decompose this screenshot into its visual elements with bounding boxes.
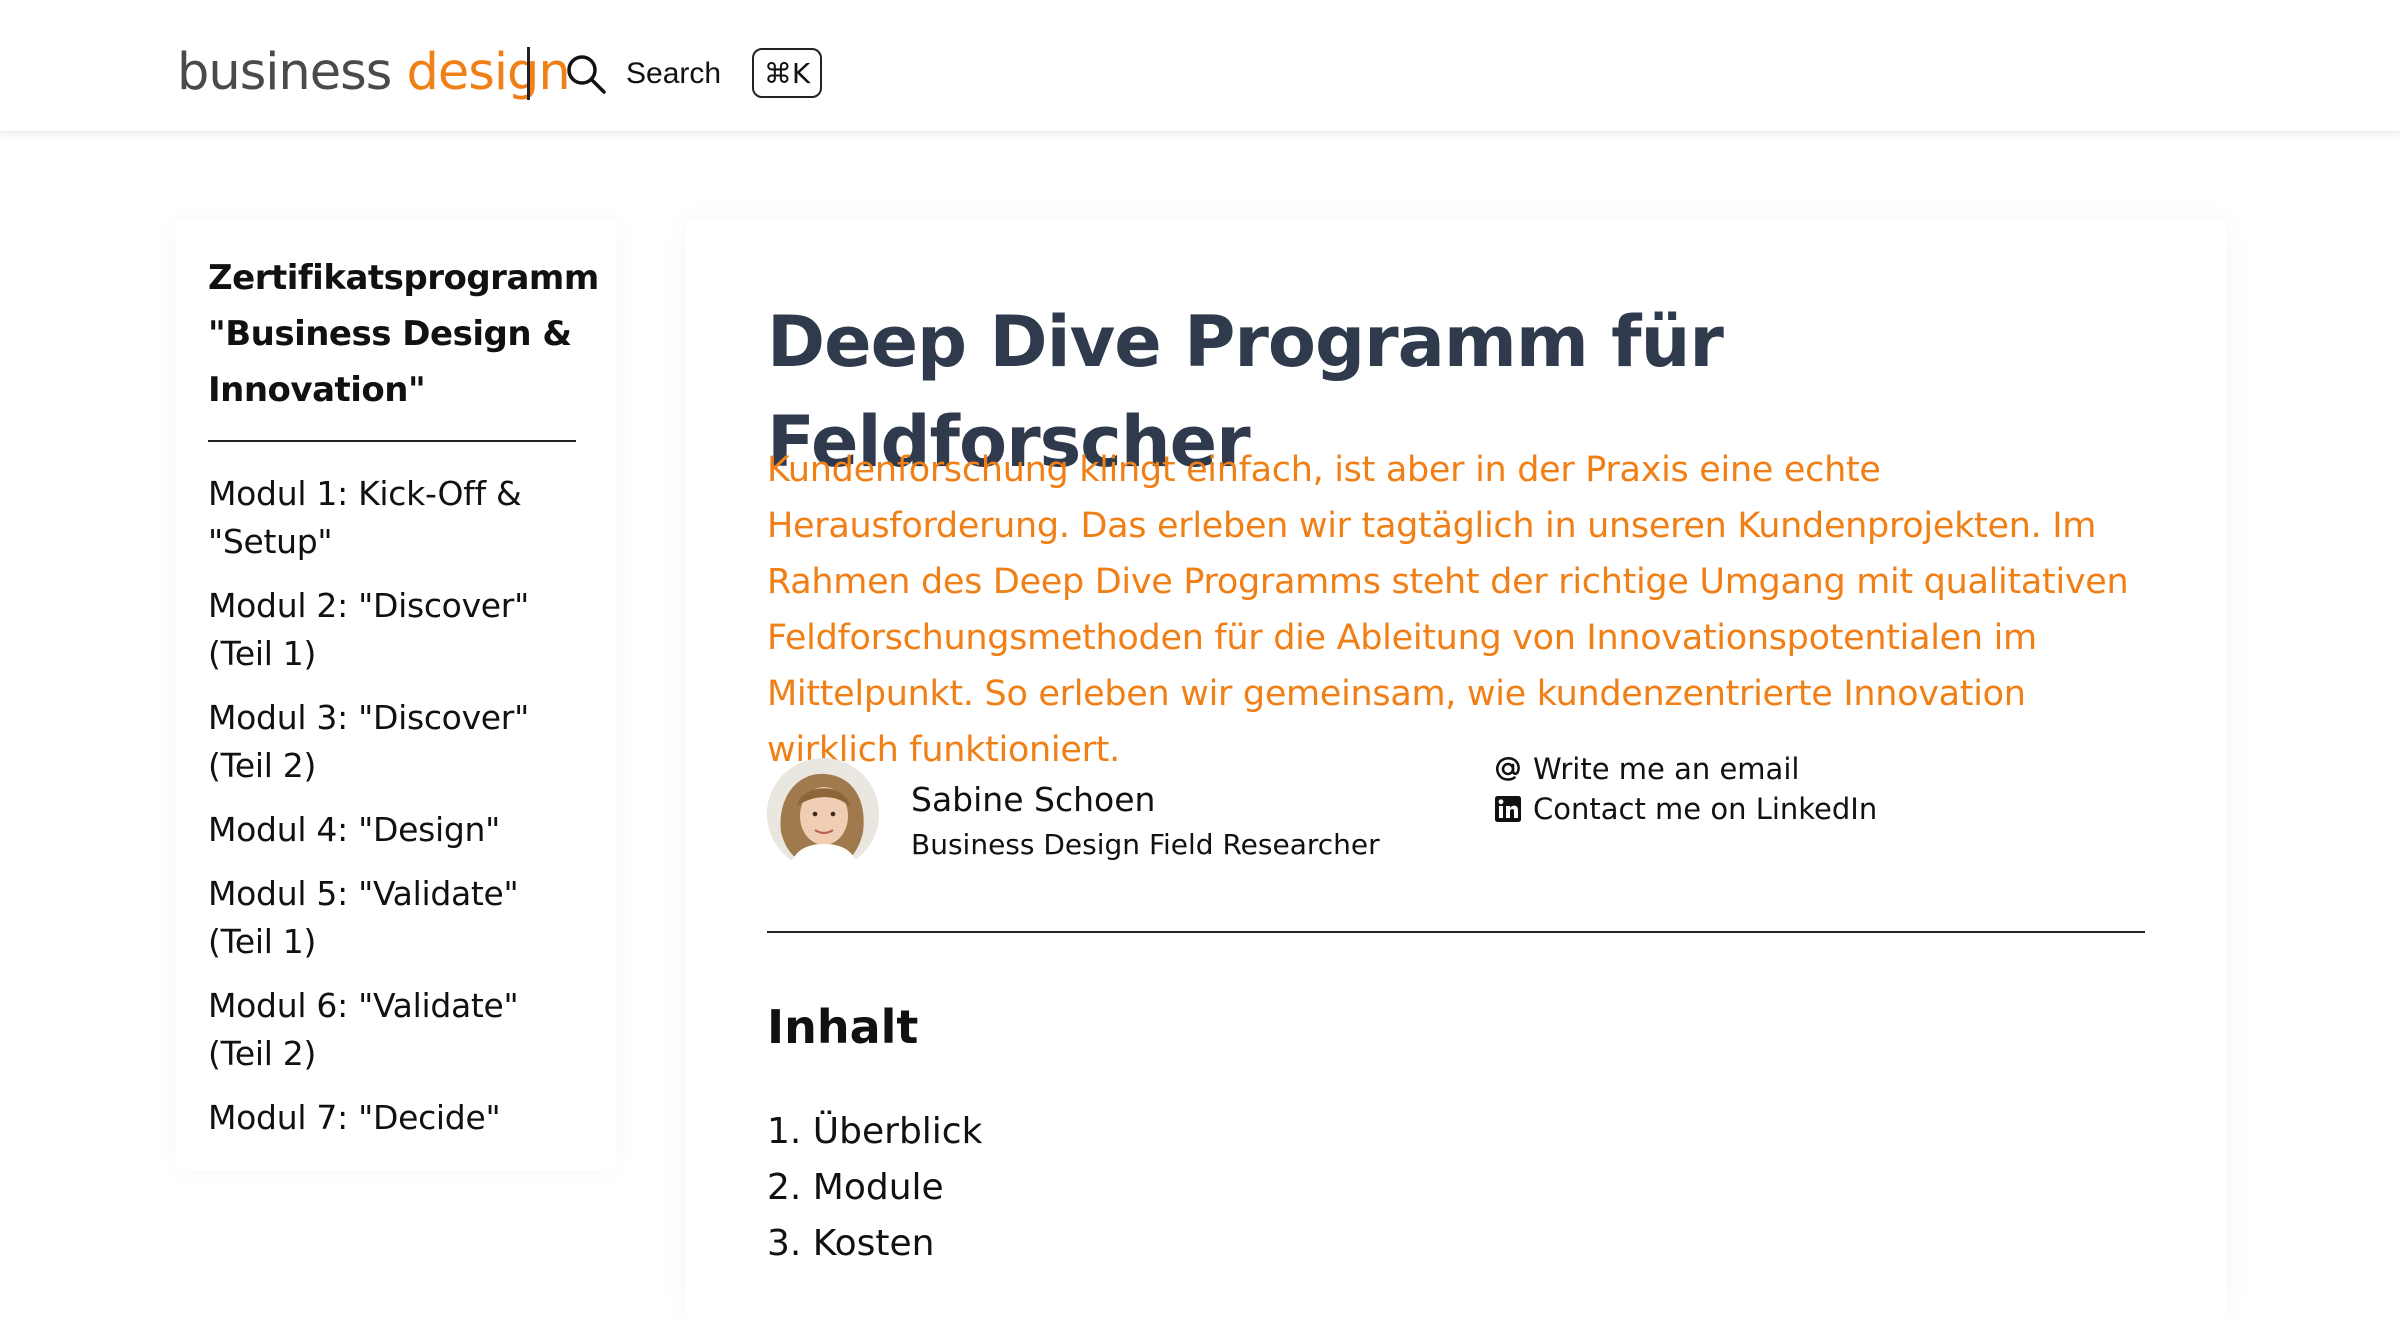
lead-paragraph: Kundenforschung klingt einfach, ist aber… [767,450,2129,770]
sidebar: Zertifikatsprogramm "Business Design & I… [177,220,615,1170]
logo-word-business: business [177,43,392,102]
sidebar-item-modul-7[interactable]: Modul 7: "Decide" [208,1094,588,1142]
header-divider [527,47,530,100]
top-bar: business design Search ⌘K [0,0,2400,132]
sidebar-item-modul-2[interactable]: Modul 2: "Discover" (Teil 1) [208,582,588,678]
author-role: Business Design Field Researcher [911,828,1380,861]
logo[interactable]: business design [177,40,571,106]
linkedin-link-label: Contact me on LinkedIn [1533,792,1878,826]
content-divider [767,931,2145,933]
logo-word-design: design [406,43,571,102]
toc-item-kosten[interactable]: 3. Kosten [767,1216,982,1272]
section-title-inhalt: Inhalt [767,1000,919,1054]
sidebar-divider [208,440,576,442]
linkedin-link[interactable]: Contact me on LinkedIn [1494,792,1877,826]
sidebar-item-modul-5[interactable]: Modul 5: "Validate" (Teil 1) [208,870,588,966]
author-block: Sabine Schoen Business Design Field Rese… [767,752,2167,870]
search-button[interactable]: Search [564,46,721,102]
sidebar-item-modul-6[interactable]: Modul 6: "Validate" (Teil 2) [208,982,588,1078]
author-name: Sabine Schoen [911,780,1156,819]
sidebar-nav-list: Modul 1: Kick-Off & "Setup" Modul 2: "Di… [208,470,588,1158]
email-link-label: Write me an email [1533,752,1800,786]
sidebar-item-modul-3[interactable]: Modul 3: "Discover" (Teil 2) [208,694,588,790]
toc-item-module[interactable]: 2. Module [767,1160,982,1216]
toc-item-ueberblick[interactable]: 1. Überblick [767,1104,982,1160]
email-link[interactable]: Write me an email [1494,752,1799,786]
sidebar-title[interactable]: Zertifikatsprogramm "Business Design & I… [208,250,599,418]
main-content-card: Deep Dive Programm für Feldforscher Kund… [686,220,2226,1320]
table-of-contents: 1. Überblick 2. Module 3. Kosten [767,1104,982,1272]
linkedin-icon [1495,796,1521,822]
at-icon [1496,757,1520,781]
sidebar-item-modul-4[interactable]: Modul 4: "Design" [208,806,588,854]
search-label: Search [626,57,722,90]
search-icon [567,55,606,94]
avatar [767,758,879,870]
search-shortcut-badge: ⌘K [752,48,822,98]
sidebar-item-modul-1[interactable]: Modul 1: Kick-Off & "Setup" [208,470,588,566]
